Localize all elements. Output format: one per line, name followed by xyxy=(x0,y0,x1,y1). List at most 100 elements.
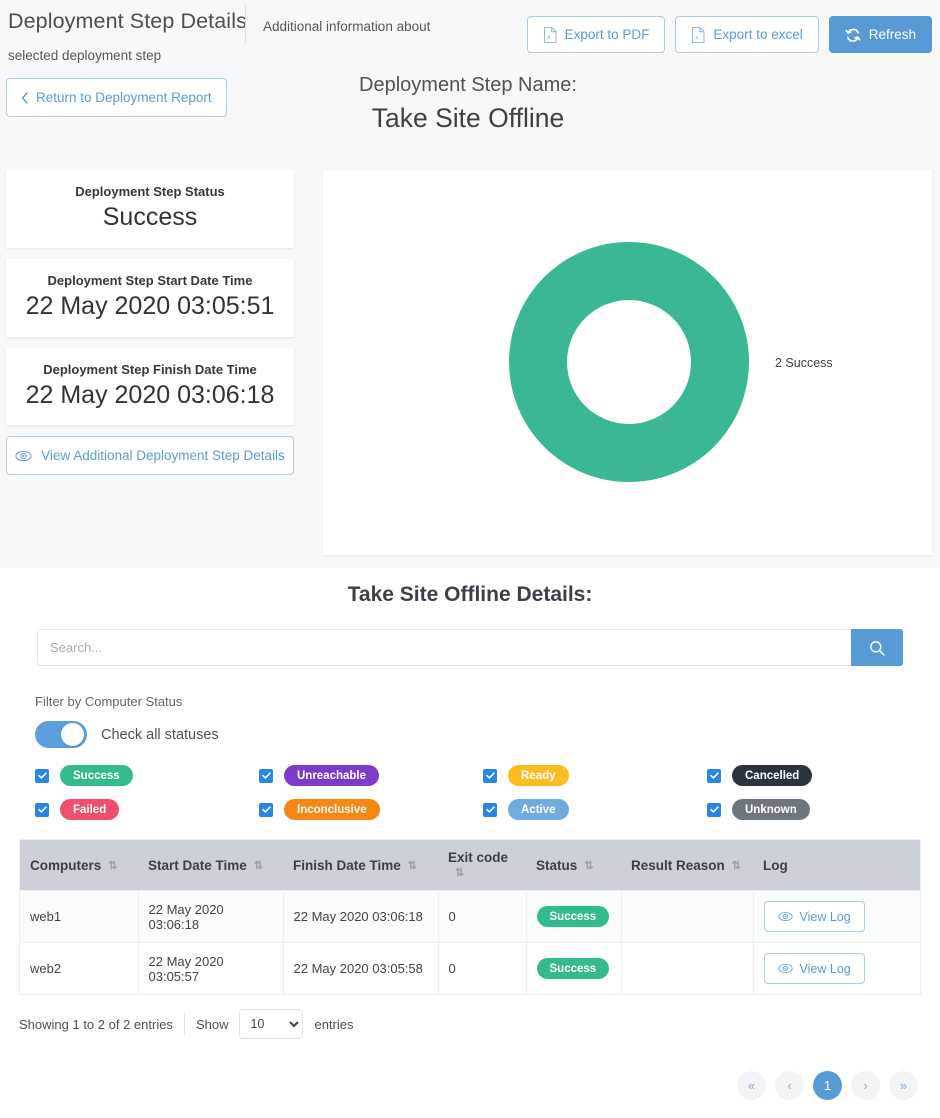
status-card-label: Deployment Step Status xyxy=(75,184,225,199)
svg-text:x: x xyxy=(696,34,700,41)
entries-label: entries xyxy=(314,1016,354,1032)
computers-table-wrapper: Computers ⇅ Start Date Time ⇅ Finish Date … xyxy=(19,839,921,995)
column-label-start-date-time: Start Date Time xyxy=(148,857,247,873)
checkbox-inconclusive[interactable] xyxy=(259,802,273,817)
sort-icon-result-reason[interactable]: ⇅ xyxy=(732,859,741,872)
column-header-result-reason[interactable]: Result Reason ⇅ xyxy=(621,840,753,891)
row-status-badge: Success xyxy=(536,906,610,927)
chevron-left-icon xyxy=(21,91,29,104)
cell-start: 22 May 2020 03:06:18 xyxy=(138,890,284,943)
view-log-button[interactable]: View Log xyxy=(763,953,865,984)
check-all-statuses-toggle[interactable] xyxy=(35,721,87,748)
donut-chart[interactable] xyxy=(509,242,749,487)
status-filter-active[interactable]: Active xyxy=(483,799,707,820)
badge-unknown: Unknown xyxy=(732,799,810,820)
cell-computer: web2 xyxy=(20,942,139,994)
export-to-excel-button[interactable]: x Export to excel xyxy=(675,16,819,53)
table-header-row: Computers ⇅ Start Date Time ⇅ Finish Date … xyxy=(20,840,920,891)
checkbox-success[interactable] xyxy=(35,768,49,783)
sort-icon-finish-date-time[interactable]: ⇅ xyxy=(408,859,417,872)
page-size-select[interactable]: 102550100 xyxy=(239,1009,304,1039)
column-label-finish-date-time: Finish Date Time xyxy=(293,857,401,873)
row-status-badge: Success xyxy=(536,958,610,979)
return-to-deployment-report-button[interactable]: Return to Deployment Report xyxy=(6,78,227,117)
deployment-step-start-card: Deployment Step Start Date Time 22 May 2… xyxy=(6,258,294,337)
pagination-first-button[interactable]: « xyxy=(737,1071,766,1100)
status-card-value: Success xyxy=(102,203,198,231)
cell-result-reason xyxy=(621,890,754,943)
eye-icon xyxy=(15,450,32,462)
column-header-exit-code[interactable]: Exit code⇅ xyxy=(438,840,526,891)
column-label-computers: Computers xyxy=(30,857,102,873)
donut-chart-svg xyxy=(509,242,749,482)
sort-icon-start-date-time[interactable]: ⇅ xyxy=(254,859,263,872)
refresh-button[interactable]: Refresh xyxy=(828,16,932,53)
page-title: Deployment Step Details xyxy=(8,9,247,33)
checkbox-ready[interactable] xyxy=(483,768,497,783)
sort-icon-computers[interactable]: ⇅ xyxy=(108,859,117,872)
column-label-result-reason: Result Reason xyxy=(631,857,725,873)
computers-table: Computers ⇅ Start Date Time ⇅ Finish Date … xyxy=(20,840,920,994)
column-header-status[interactable]: Status ⇅ xyxy=(526,840,621,891)
check-all-statuses-label: Check all statuses xyxy=(101,726,219,743)
column-header-finish-date-time[interactable]: Finish Date Time ⇅ xyxy=(283,840,438,891)
badge-unreachable: Unreachable xyxy=(284,765,380,786)
search-icon xyxy=(869,640,885,656)
pdf-file-icon: A xyxy=(543,26,557,43)
pagination-page-1-button[interactable]: 1 xyxy=(813,1071,842,1100)
search-button[interactable] xyxy=(851,629,903,666)
status-filter-unreachable[interactable]: Unreachable xyxy=(259,765,483,786)
cell-status: Success xyxy=(526,890,622,943)
toggle-knob xyxy=(61,723,84,746)
cell-status: Success xyxy=(526,942,622,994)
summary-cards: Deployment Step Status Success Deploymen… xyxy=(6,170,294,476)
checkbox-failed[interactable] xyxy=(35,802,49,817)
status-filter-grid: Success Unreachable Ready Cancelled Fail… xyxy=(35,765,940,820)
status-filter-cancelled[interactable]: Cancelled xyxy=(707,765,931,786)
pagination-prev-button[interactable]: ‹ xyxy=(775,1071,804,1100)
badge-ready: Ready xyxy=(508,765,569,786)
export-to-pdf-button[interactable]: A Export to PDF xyxy=(526,16,666,53)
chart-legend-entry-success[interactable]: 2 Success xyxy=(775,356,833,370)
column-header-start-date-time[interactable]: Start Date Time ⇅ xyxy=(138,840,283,891)
search-input[interactable] xyxy=(37,629,851,666)
checkbox-unreachable[interactable] xyxy=(259,768,273,783)
sort-icon-exit-code[interactable]: ⇅ xyxy=(455,866,464,879)
view-log-button[interactable]: View Log xyxy=(763,901,865,932)
cell-finish: 22 May 2020 03:06:18 xyxy=(283,890,439,943)
details-panel: Take Site Offline Details: Filter by Com… xyxy=(0,568,940,1118)
sort-icon-status[interactable]: ⇅ xyxy=(584,859,593,872)
pagination-next-button[interactable]: › xyxy=(851,1071,880,1100)
table-row[interactable]: web2 22 May 2020 03:05:57 22 May 2020 03… xyxy=(20,942,920,994)
status-filter-unknown[interactable]: Unknown xyxy=(707,799,931,820)
status-filter-inconclusive[interactable]: Inconclusive xyxy=(259,799,483,820)
column-header-log: Log xyxy=(753,840,920,891)
column-label-status: Status xyxy=(536,857,578,873)
header-divider xyxy=(245,5,246,43)
badge-failed: Failed xyxy=(60,799,120,820)
checkbox-unknown[interactable] xyxy=(707,802,721,817)
deployment-step-finish-card: Deployment Step Finish Date Time 22 May … xyxy=(6,347,294,426)
donut-hole xyxy=(567,300,691,424)
header-actions: A Export to PDF x Export to excel Refres… xyxy=(526,16,932,53)
view-additional-details-button[interactable]: View Additional Deployment Step Details xyxy=(6,436,294,476)
excel-file-icon: x xyxy=(691,26,705,43)
status-filter-failed[interactable]: Failed xyxy=(35,799,259,820)
status-filter-success[interactable]: Success xyxy=(35,765,259,786)
refresh-label: Refresh xyxy=(868,27,916,42)
view-log-label: View Log xyxy=(799,961,851,976)
export-to-excel-label: Export to excel xyxy=(713,27,803,42)
start-card-label: Deployment Step Start Date Time xyxy=(47,272,253,288)
status-filter-ready[interactable]: Ready xyxy=(483,765,707,786)
checkbox-active[interactable] xyxy=(483,802,497,817)
badge-active: Active xyxy=(508,799,569,820)
column-header-computers[interactable]: Computers ⇅ xyxy=(20,840,138,891)
finish-card-value: 22 May 2020 03:06:18 xyxy=(25,380,275,409)
pagination-last-button[interactable]: » xyxy=(889,1071,918,1100)
table-footer: Showing 1 to 2 of 2 entries Show 1025501… xyxy=(19,1009,940,1039)
checkbox-cancelled[interactable] xyxy=(707,768,721,783)
eye-icon xyxy=(777,963,793,974)
cell-log: View Log xyxy=(753,942,920,994)
table-row[interactable]: web1 22 May 2020 03:06:18 22 May 2020 03… xyxy=(20,890,920,943)
filter-by-computer-status-label: Filter by Computer Status xyxy=(35,694,183,709)
